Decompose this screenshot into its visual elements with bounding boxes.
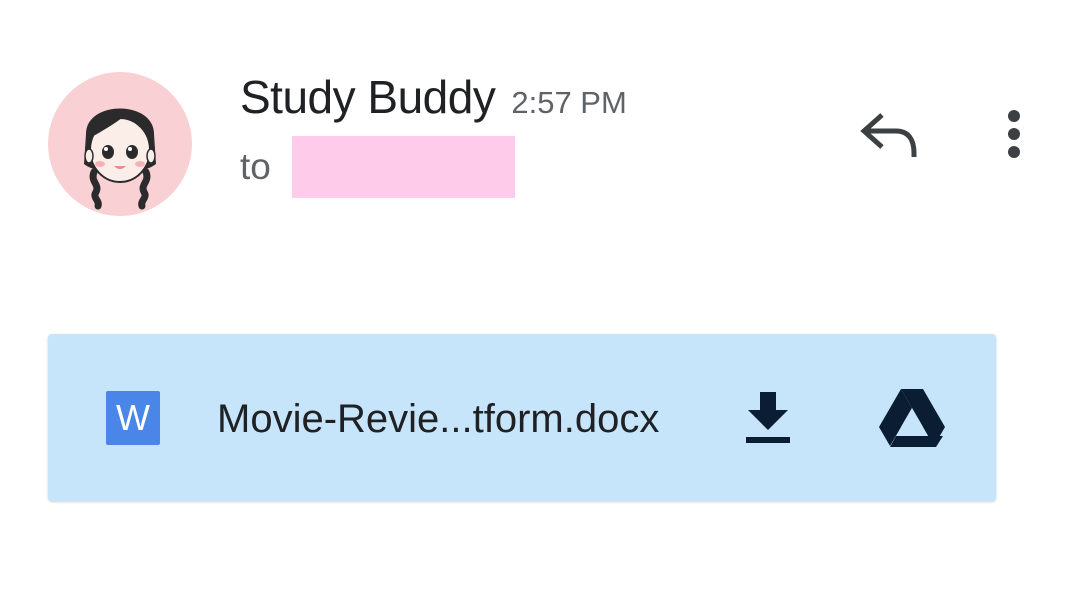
- sender-name[interactable]: Study Buddy: [240, 70, 496, 124]
- attachment-card[interactable]: W Movie-Revie...tform.docx: [48, 334, 996, 501]
- save-to-drive-button[interactable]: [874, 384, 950, 452]
- more-options-button[interactable]: [990, 102, 1038, 166]
- doc-type-letter: W: [116, 397, 150, 438]
- to-label: to: [240, 146, 271, 187]
- download-button[interactable]: [738, 386, 798, 450]
- message-header: Study Buddy 2:57 PM: [240, 70, 627, 124]
- redacted-recipient: [292, 136, 515, 198]
- message-time: 2:57 PM: [511, 85, 627, 120]
- attachment-filename[interactable]: Movie-Revie...tform.docx: [217, 394, 659, 444]
- download-icon: [746, 392, 790, 443]
- more-vert-icon: [1008, 110, 1020, 158]
- word-doc-icon: W: [106, 391, 160, 445]
- sender-avatar[interactable]: [48, 72, 192, 216]
- reply-button[interactable]: [856, 102, 920, 166]
- reply-icon: [860, 113, 917, 157]
- google-drive-icon: [879, 389, 945, 447]
- avatar-girl-illustration-icon: [84, 108, 156, 210]
- recipient-line[interactable]: to: [240, 136, 271, 198]
